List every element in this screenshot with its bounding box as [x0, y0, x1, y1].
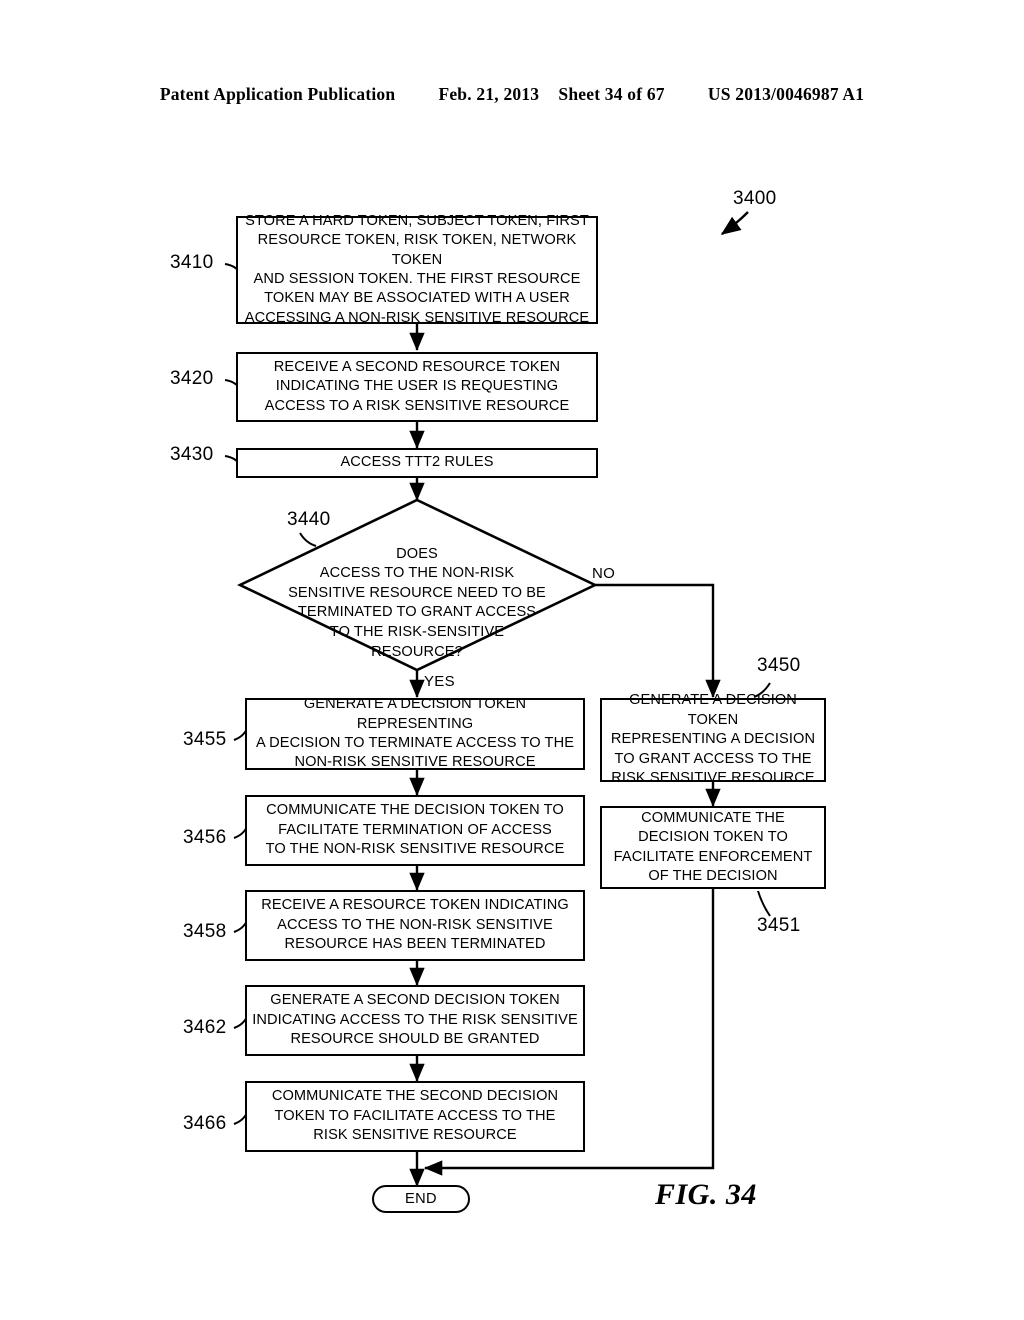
flowchart-diagram: STORE A HARD TOKEN, SUBJECT TOKEN, FIRST…: [0, 0, 1024, 1320]
ref-numeral-3410-text: 3410: [170, 252, 214, 273]
process-box-3462[interactable]: GENERATE A SECOND DECISION TOKEN INDICAT…: [245, 985, 585, 1056]
process-box-3420[interactable]: RECEIVE A SECOND RESOURCE TOKEN INDICATI…: [236, 352, 598, 422]
process-box-3410[interactable]: STORE A HARD TOKEN, SUBJECT TOKEN, FIRST…: [236, 213, 598, 326]
process-box-3450[interactable]: GENERATE A DECISION TOKEN REPRESENTING A…: [600, 692, 826, 786]
decision-text-3440-label: DOES ACCESS TO THE NON-RISK SENSITIVE RE…: [288, 545, 546, 660]
ref-numeral-3462: 3462: [183, 1017, 226, 1039]
terminator-end[interactable]: END: [372, 1185, 470, 1213]
process-box-3455[interactable]: GENERATE A DECISION TOKEN REPRESENTING A…: [245, 696, 585, 771]
ref-numeral-3466-text: 3466: [183, 1113, 227, 1134]
ref-numeral-3455: 3455: [183, 729, 226, 751]
ref-numeral-3451: 3451: [757, 915, 800, 937]
ref-numeral-3450-text: 3450: [757, 655, 801, 676]
ref-numeral-3462-text: 3462: [183, 1017, 227, 1038]
process-box-3458[interactable]: RECEIVE A RESOURCE TOKEN INDICATING ACCE…: [245, 890, 585, 961]
ref-numeral-3440: 3440: [287, 509, 330, 531]
ref-numeral-3410: 3410: [170, 252, 213, 274]
process-box-3410-text: STORE A HARD TOKEN, SUBJECT TOKEN, FIRST…: [244, 212, 590, 326]
figure-caption-text: FIG. 34: [655, 1178, 757, 1211]
process-box-3451-text: COMMUNICATE THE DECISION TOKEN TO FACILI…: [613, 809, 813, 884]
process-box-3462-text: GENERATE A SECOND DECISION TOKEN INDICAT…: [252, 992, 578, 1048]
edge-label-yes-text: YES: [424, 673, 455, 690]
ref-numeral-3458: 3458: [183, 921, 226, 943]
process-box-3430-text: ACCESS TTT2 RULES: [340, 454, 494, 471]
terminator-end-label: END: [404, 1191, 437, 1207]
ref-numeral-3430-text: 3430: [170, 444, 214, 465]
ref-numeral-3455-text: 3455: [183, 729, 227, 750]
process-box-3450-text: GENERATE A DECISION TOKEN REPRESENTING A…: [610, 692, 816, 787]
process-box-3456[interactable]: COMMUNICATE THE DECISION TOKEN TO FACILI…: [245, 795, 585, 866]
edge-label-no: NO: [592, 565, 615, 582]
decision-text-3440: DOES ACCESS TO THE NON-RISK SENSITIVE RE…: [259, 525, 575, 662]
process-box-3466[interactable]: COMMUNICATE THE SECOND DECISION TOKEN TO…: [245, 1081, 585, 1152]
ref-numeral-3456: 3456: [183, 827, 226, 849]
ref-numeral-3400: 3400: [733, 188, 776, 210]
figure-caption: FIG. 34: [655, 1178, 757, 1212]
edge-label-no-text: NO: [592, 565, 616, 582]
ref-numeral-3400-text: 3400: [733, 188, 777, 209]
ref-numeral-3420: 3420: [170, 368, 213, 390]
ref-numeral-3451-text: 3451: [757, 915, 801, 936]
ref-numeral-3430: 3430: [170, 444, 213, 466]
process-box-3458-text: RECEIVE A RESOURCE TOKEN INDICATING ACCE…: [261, 897, 569, 953]
process-box-3466-text: COMMUNICATE THE SECOND DECISION TOKEN TO…: [271, 1088, 559, 1144]
process-box-3451[interactable]: COMMUNICATE THE DECISION TOKEN TO FACILI…: [600, 806, 826, 889]
ref-numeral-3440-text: 3440: [287, 509, 331, 530]
edge-label-yes: YES: [424, 673, 455, 690]
process-box-3430[interactable]: ACCESS TTT2 RULES: [236, 448, 598, 478]
ref-numeral-3466: 3466: [183, 1113, 226, 1135]
process-box-3456-text: COMMUNICATE THE DECISION TOKEN TO FACILI…: [265, 802, 565, 858]
ref-numeral-3450: 3450: [757, 655, 800, 677]
ref-numeral-3458-text: 3458: [183, 921, 227, 942]
process-box-3455-text: GENERATE A DECISION TOKEN REPRESENTING A…: [255, 696, 575, 771]
ref-numeral-3456-text: 3456: [183, 827, 227, 848]
process-box-3420-text: RECEIVE A SECOND RESOURCE TOKEN INDICATI…: [264, 358, 570, 414]
ref-numeral-3420-text: 3420: [170, 368, 214, 389]
